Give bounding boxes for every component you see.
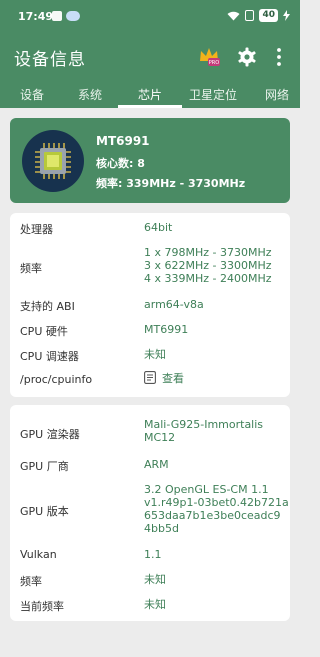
- status-time: 17:49: [18, 10, 54, 23]
- cpu-frequency-range: 频率: 339MHz - 3730MHz: [96, 177, 246, 190]
- tab-system[interactable]: 系统: [78, 86, 102, 103]
- info-label: /proc/cpuinfo: [20, 373, 93, 386]
- pro-crown-icon[interactable]: PRO: [198, 45, 220, 67]
- status-right: 40: [227, 9, 290, 22]
- renderer-line: MC12: [144, 431, 176, 444]
- sim-icon: [245, 10, 255, 21]
- info-value: 未知: [144, 573, 166, 586]
- pro-badge-text: PRO: [209, 60, 219, 66]
- info-value: MT6991: [144, 323, 189, 336]
- status-bar: 17:49 40: [0, 0, 300, 36]
- info-value: ARM: [144, 458, 169, 471]
- info-value-multiline: Mali-G925-Immortalis MC12: [144, 418, 263, 444]
- settings-gear-icon[interactable]: [237, 47, 257, 67]
- cpu-chip-icon: [22, 130, 84, 192]
- version-line: 653daa7b1e3be0ceadc9: [144, 509, 281, 522]
- view-link-label: 查看: [162, 372, 184, 385]
- info-label: 支持的 ABI: [20, 300, 75, 313]
- charging-icon: [283, 10, 290, 21]
- cpu-info-card: 处理器 64bit 频率 1 x 798MHz - 3730MHz 3 x 62…: [10, 213, 290, 397]
- cpu-summary-card: MT6991 核心数: 8 频率: 339MHz - 3730MHz: [10, 118, 290, 203]
- frequency-cluster-line: 4 x 339MHz - 2400MHz: [144, 272, 272, 285]
- info-label: GPU 渲染器: [20, 428, 80, 441]
- info-label: 当前频率: [20, 600, 64, 613]
- tiktok-notification-icon: [52, 11, 62, 21]
- info-value: arm64-v8a: [144, 298, 204, 311]
- info-label: GPU 厂商: [20, 460, 69, 473]
- app-notification-icon: [66, 11, 80, 21]
- info-label: 处理器: [20, 223, 53, 236]
- info-value-multiline: 1 x 798MHz - 3730MHz 3 x 622MHz - 3300MH…: [144, 246, 272, 285]
- battery-level: 40: [259, 9, 278, 22]
- info-label: CPU 调速器: [20, 350, 79, 363]
- cpu-cores: 核心数: 8: [96, 157, 145, 170]
- info-label: GPU 版本: [20, 505, 69, 518]
- notification-icons: [52, 11, 80, 21]
- frequency-cluster-line: 3 x 622MHz - 3300MHz: [144, 259, 272, 272]
- tab-network[interactable]: 网络: [265, 86, 289, 103]
- tab-bar: 设备 系统 芯片 卫星定位 网络: [0, 80, 300, 108]
- info-value: 未知: [144, 348, 166, 361]
- app-bar: 设备信息 PRO: [0, 36, 300, 80]
- gpu-info-card: GPU 渲染器 Mali-G925-Immortalis MC12 GPU 厂商…: [10, 405, 290, 621]
- info-label: Vulkan: [20, 548, 57, 561]
- frequency-cluster-line: 1 x 798MHz - 3730MHz: [144, 246, 272, 259]
- view-cpuinfo-link[interactable]: 查看: [144, 371, 184, 385]
- info-label: CPU 硬件: [20, 325, 68, 338]
- info-value: 64bit: [144, 221, 173, 234]
- page-title: 设备信息: [14, 50, 86, 70]
- info-label: 频率: [20, 262, 42, 275]
- info-value: 1.1: [144, 548, 162, 561]
- info-value-multiline: 3.2 OpenGL ES-CM 1.1 v1.r49p1-03bet0.42b…: [144, 483, 289, 535]
- version-line: 4bb5d: [144, 522, 179, 535]
- tab-gnss[interactable]: 卫星定位: [189, 86, 237, 103]
- tab-chip[interactable]: 芯片: [138, 86, 162, 103]
- tab-device[interactable]: 设备: [20, 86, 44, 103]
- cpu-model: MT6991: [96, 134, 150, 148]
- active-tab-indicator: [118, 105, 182, 108]
- more-options-icon[interactable]: [276, 47, 282, 67]
- wifi-icon: [227, 11, 240, 20]
- info-label: 频率: [20, 575, 42, 588]
- renderer-line: Mali-G925-Immortalis: [144, 418, 264, 431]
- version-line: v1.r49p1-03bet0.42b721a: [144, 496, 289, 509]
- info-value: 未知: [144, 598, 166, 611]
- version-line: 3.2 OpenGL ES-CM 1.1: [144, 483, 269, 496]
- document-icon: [144, 371, 156, 384]
